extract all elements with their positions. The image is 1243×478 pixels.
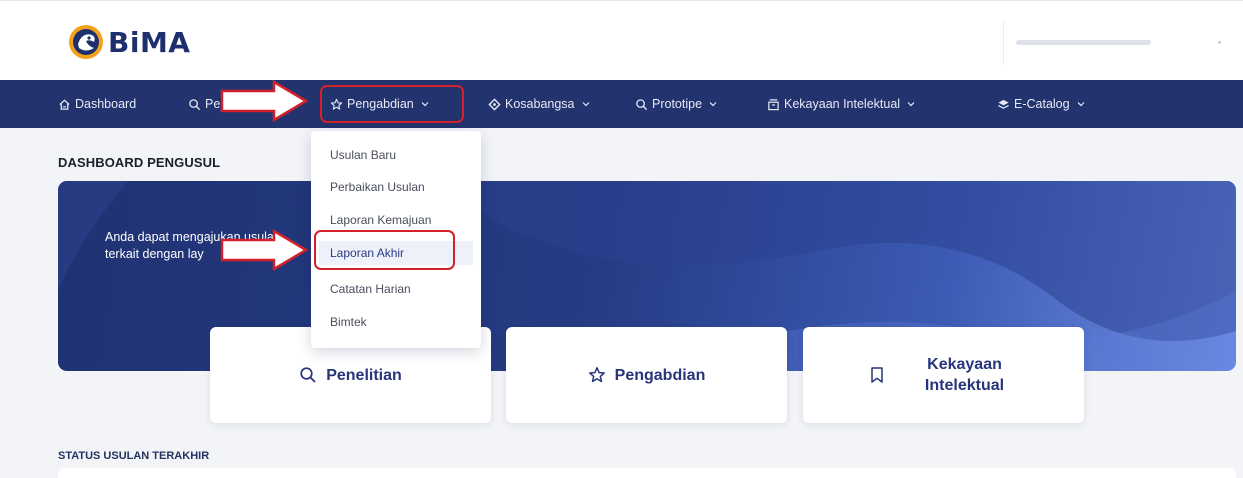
top-header: BiMA	[0, 0, 1243, 80]
banner-line-2: terkait dengan lay at	[105, 246, 325, 263]
pengabdian-dropdown-menu: Usulan Baru Perbaikan Usulan Laporan Kem…	[311, 131, 481, 348]
chevron-down-icon	[582, 100, 590, 108]
main-navbar: Dashboard Pe Pengabdian Kosabangsa Proto…	[0, 80, 1243, 128]
star-icon	[588, 366, 606, 384]
card-kekayaan-intelektual[interactable]: Kekayaan Intelektual	[803, 327, 1084, 423]
nav-label-dashboard: Dashboard	[75, 97, 137, 111]
nav-item-e-catalog[interactable]: E-Catalog	[997, 80, 1085, 128]
nav-item-pengabdian[interactable]: Pengabdian	[330, 80, 429, 128]
brand-name: BiMA	[108, 25, 191, 59]
archive-icon	[767, 98, 780, 111]
nav-label-kosabangsa: Kosabangsa	[505, 97, 575, 111]
chevron-down-icon	[907, 100, 915, 108]
status-panel	[58, 468, 1236, 478]
card-pengabdian[interactable]: Pengabdian	[506, 327, 787, 423]
card-label-penelitian: Penelitian	[326, 366, 402, 384]
search-icon	[188, 98, 201, 111]
menu-item-perbaikan-usulan[interactable]: Perbaikan Usulan	[319, 175, 473, 199]
banner-message: Anda dapat mengajukan usula terkait deng…	[105, 229, 325, 263]
banner-line-2-start: terkait dengan lay	[105, 247, 204, 261]
card-label-pengabdian: Pengabdian	[614, 366, 706, 384]
layers-icon	[997, 98, 1010, 111]
status-section-title: STATUS USULAN TERAKHIR	[58, 450, 210, 462]
menu-item-catatan-harian[interactable]: Catatan Harian	[319, 277, 473, 301]
nav-label-kekayaan-intelektual: Kekayaan Intelektual	[784, 97, 901, 111]
user-menu[interactable]	[1003, 21, 1225, 65]
nav-label-e-catalog: E-Catalog	[1014, 97, 1070, 111]
diamond-icon	[488, 97, 501, 111]
nav-item-prototipe[interactable]: Prototipe	[635, 80, 717, 128]
nav-item-kosabangsa[interactable]: Kosabangsa	[488, 80, 590, 128]
nav-label-pengabdian: Pengabdian	[347, 97, 414, 111]
banner-line-1: Anda dapat mengajukan usula	[105, 230, 274, 244]
home-icon	[58, 98, 71, 111]
nav-label-penelitian: Pe	[205, 97, 221, 111]
chevron-down-icon	[1077, 100, 1085, 108]
logo-mark-icon	[69, 25, 103, 59]
bookmark-icon	[868, 366, 886, 384]
nav-label-prototipe: Prototipe	[652, 97, 703, 111]
card-label-kekayaan-intelektual: Kekayaan Intelektual	[924, 356, 1005, 394]
nav-item-kekayaan-intelektual[interactable]: Kekayaan Intelektual	[767, 80, 915, 128]
nav-item-dashboard[interactable]: Dashboard	[58, 80, 136, 128]
menu-item-bimtek[interactable]: Bimtek	[319, 310, 473, 334]
chevron-down-icon	[421, 100, 429, 108]
search-icon	[635, 98, 648, 111]
menu-item-laporan-kemajuan[interactable]: Laporan Kemajuan	[319, 208, 473, 232]
star-icon	[330, 98, 343, 111]
user-menu-dot	[1218, 41, 1221, 44]
brand-logo[interactable]: BiMA	[68, 24, 190, 60]
search-icon	[299, 366, 317, 384]
nav-item-penelitian[interactable]: Pe	[188, 80, 220, 128]
menu-item-usulan-baru[interactable]: Usulan Baru	[319, 143, 473, 167]
menu-item-laporan-akhir[interactable]: Laporan Akhir	[319, 241, 473, 265]
chevron-down-icon	[709, 100, 717, 108]
page-title: DASHBOARD PENGUSUL	[58, 155, 221, 170]
user-name-redacted	[1016, 40, 1151, 45]
banner-line-2-end: at	[270, 247, 281, 261]
